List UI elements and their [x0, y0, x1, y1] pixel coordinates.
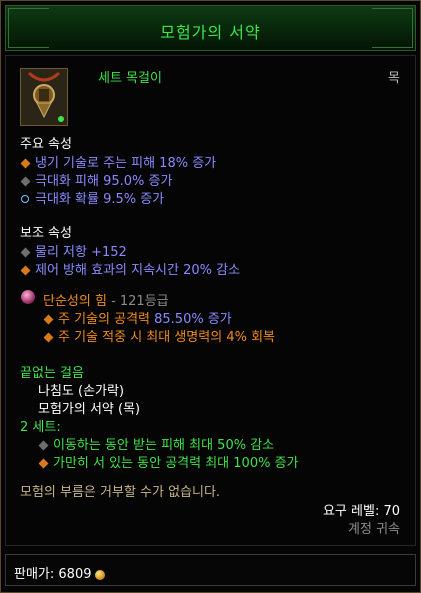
- secondary-heading: 보조 속성: [20, 226, 72, 241]
- bullet-icon: [20, 265, 31, 275]
- item-type: 세트 목걸이: [98, 71, 162, 86]
- gem-line: 단순성의 힘 - 121등급: [43, 290, 169, 309]
- bullet-icon: [43, 314, 54, 324]
- bullet-icon: [38, 440, 49, 450]
- gem-effect: 주 기술 적중 시 최대 생명력의 4% 회복: [43, 326, 275, 345]
- gem-effect-value: 85.50% 증가: [154, 312, 232, 327]
- set-bonus-text: 이동하는 동안 받는 피해 최대 50% 감소: [53, 438, 275, 453]
- legendary-gem-icon: [21, 290, 35, 304]
- bullet-icon: [20, 247, 31, 257]
- set-name: 끝없는 걸음: [20, 366, 84, 381]
- bullet-icon: [21, 195, 29, 203]
- primary-stat: 극대화 피해 95.0% 증가: [20, 170, 172, 189]
- gem-name: 단순성의 힘: [43, 294, 107, 309]
- stat-text: 극대화 피해 95.0% 증가: [35, 174, 173, 189]
- bullet-icon: [43, 332, 54, 342]
- gem-effect-text: 주 기술의 공격력: [58, 312, 155, 327]
- secondary-stat: 물리 저항 +152: [20, 241, 127, 260]
- stat-text: 극대화 확률 9.5% 증가: [35, 192, 165, 207]
- set-bonus: 이동하는 동안 받는 피해 최대 50% 감소: [38, 434, 274, 453]
- gold-coin-icon: [94, 569, 105, 580]
- stat-text: 물리 저항 +152: [35, 245, 127, 260]
- primary-heading: 주요 속성: [20, 137, 72, 152]
- tooltip-header: 모험가의 서약: [5, 5, 416, 51]
- set-bonus-text: 가만히 서 있는 동안 공격력 최대 100% 증가: [53, 456, 299, 471]
- primary-stat: 극대화 확률 9.5% 증가: [20, 188, 164, 207]
- gem-effect-text: 주 기술 적중 시 최대 생명력의 4% 회복: [58, 330, 275, 345]
- price-value: 6809: [58, 567, 92, 582]
- price: 판매가: 6809: [14, 563, 105, 582]
- item-slot: 목: [388, 71, 400, 86]
- bullet-icon: [38, 458, 49, 468]
- item-tooltip: 모험가의 서약 세트 목걸이 목 주요 속성 냉기 기술로 주는 피해 18% …: [0, 0, 421, 593]
- bullet-icon: [20, 176, 31, 186]
- item-title: 모험가의 서약: [160, 23, 261, 42]
- bullet-icon: [20, 158, 31, 168]
- gem-rank: - 121등급: [106, 294, 169, 309]
- price-label: 판매가:: [14, 567, 59, 582]
- secondary-stat: 제어 방해 효과의 지속시간 20% 감소: [20, 259, 240, 278]
- price-box: 판매가: 6809: [5, 554, 416, 586]
- amulet-icon: [20, 68, 68, 126]
- required-level: 요구 레벨: 70: [322, 504, 400, 519]
- set-bonus-header: 2 세트:: [20, 420, 61, 435]
- set-bonus: 가만히 서 있는 동안 공격력 최대 100% 증가: [38, 452, 299, 471]
- account-bound: 계정 귀속: [348, 522, 400, 537]
- flavor-text: 모험의 부름은 거부할 수가 없습니다.: [20, 485, 221, 500]
- stat-text: 냉기 기술로 주는 피해 18% 증가: [35, 156, 217, 171]
- primary-stat: 냉기 기술로 주는 피해 18% 증가: [20, 152, 216, 171]
- set-piece: 나침도 (손가락): [38, 384, 125, 399]
- gem-effect: 주 기술의 공격력 85.50% 증가: [43, 308, 232, 327]
- set-piece: 모험가의 서약 (목): [38, 402, 141, 417]
- stat-text: 제어 방해 효과의 지속시간 20% 감소: [35, 263, 241, 278]
